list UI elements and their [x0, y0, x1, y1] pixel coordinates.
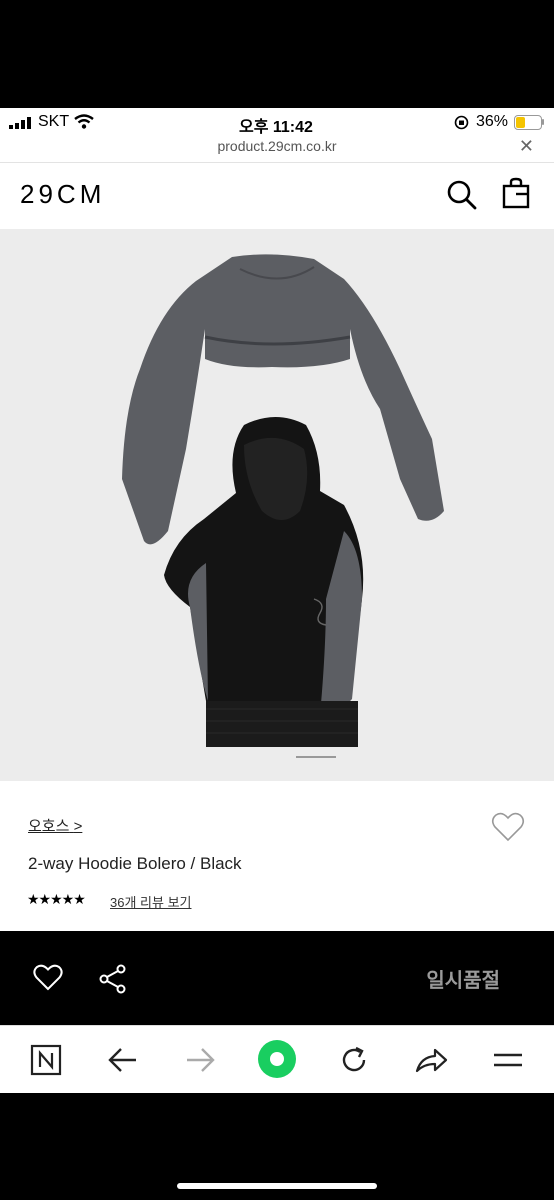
- wifi-icon: [74, 114, 94, 129]
- url-text[interactable]: product.29cm.co.kr: [0, 138, 554, 154]
- close-icon[interactable]: ✕: [519, 136, 534, 157]
- share-arrow-icon[interactable]: [411, 1040, 451, 1080]
- product-info: 오호스 > 2-way Hoodie Bolero / Black ★★★★★ …: [0, 781, 554, 931]
- orientation-lock-icon: [454, 115, 469, 130]
- rating-stars: ★★★★★: [27, 891, 86, 907]
- action-bar: 일시품절: [0, 931, 554, 1025]
- chevron-right-icon: >: [73, 818, 83, 835]
- product-image[interactable]: [0, 229, 554, 781]
- heart-outline-icon[interactable]: [33, 964, 63, 991]
- soldout-button[interactable]: 일시품절: [426, 964, 500, 993]
- reviews-link[interactable]: 36개 리뷰 보기: [110, 892, 191, 911]
- brand-link[interactable]: 오호스 >: [28, 815, 82, 836]
- naver-n-icon[interactable]: [26, 1040, 66, 1080]
- brand-label: 오호스: [28, 818, 70, 835]
- menu-icon[interactable]: [488, 1040, 528, 1080]
- browser-nav: [0, 1025, 554, 1093]
- carrier-label: SKT: [38, 113, 70, 130]
- status-bar: SKT 오후 11:42 36%: [0, 108, 554, 136]
- battery-percent: 36%: [476, 113, 509, 130]
- wishlist-heart-icon[interactable]: [491, 811, 525, 843]
- back-arrow-icon[interactable]: [103, 1040, 143, 1080]
- forward-arrow-icon[interactable]: [180, 1040, 220, 1080]
- green-home-icon[interactable]: [257, 1039, 297, 1079]
- signal-icon: [9, 117, 31, 129]
- site-header: 29CM: [0, 163, 554, 229]
- url-bar: product.29cm.co.kr ✕: [0, 136, 554, 163]
- battery-icon: [514, 115, 542, 130]
- share-icon[interactable]: [99, 964, 127, 994]
- bag-icon[interactable]: [502, 177, 530, 209]
- home-indicator[interactable]: [177, 1183, 377, 1189]
- search-icon[interactable]: [446, 179, 478, 211]
- clock: 오후 11:42: [239, 119, 313, 136]
- reload-icon[interactable]: [334, 1040, 374, 1080]
- product-name: 2-way Hoodie Bolero / Black: [28, 854, 242, 873]
- logo[interactable]: 29CM: [20, 179, 105, 210]
- product-photo-illustration: [122, 254, 444, 758]
